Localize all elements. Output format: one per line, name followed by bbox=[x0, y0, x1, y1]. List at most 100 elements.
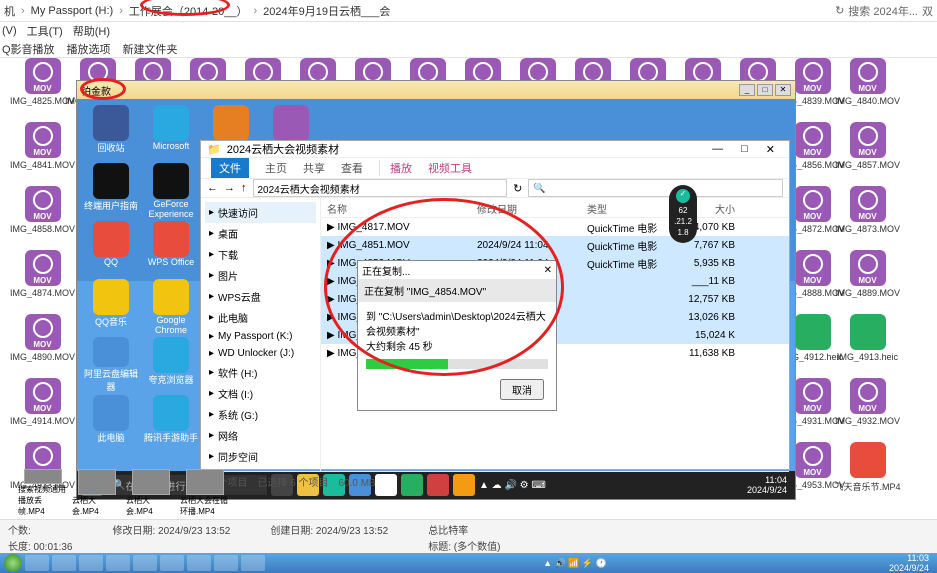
sidebar-item[interactable]: ▸ 文档 (I:) bbox=[205, 383, 316, 404]
video-thumb[interactable]: 云栖大会.MP4 bbox=[126, 469, 176, 517]
desktop-icon[interactable]: QQ bbox=[83, 221, 139, 277]
sidebar-item[interactable]: ▸ 桌面 bbox=[205, 223, 316, 244]
exp-maximize[interactable]: □ bbox=[733, 143, 756, 156]
table-row[interactable]: ▶ IMG_4817.MOVQuickTime 电影14,070 KB bbox=[321, 218, 789, 236]
sidebar-item[interactable]: ▸ 系统 (G:) bbox=[205, 404, 316, 425]
file-item[interactable]: MOVIMG_4890.MOV bbox=[16, 314, 69, 372]
pair-icon[interactable]: 双 bbox=[922, 3, 933, 19]
file-item[interactable]: MOVIMG_4858.MOV bbox=[16, 186, 69, 244]
tb-app[interactable] bbox=[106, 555, 130, 571]
cancel-button[interactable]: 取消 bbox=[500, 379, 544, 400]
outer-clock[interactable]: 11:032024/9/24 bbox=[885, 553, 933, 573]
exp-minimize[interactable]: — bbox=[704, 143, 731, 156]
menu-tools[interactable]: 工具(T) bbox=[27, 23, 63, 39]
desktop-icons: 回收站终端用户指南QQQQ音乐阿里云盘编辑器此电脑 MicrosoftGeForc… bbox=[83, 105, 213, 475]
sidebar-item[interactable]: ▸ 此电脑 bbox=[205, 307, 316, 328]
copy-close-icon[interactable]: ✕ bbox=[544, 265, 552, 276]
back-icon[interactable]: ← bbox=[207, 182, 218, 194]
ribbon-share[interactable]: 共享 bbox=[303, 160, 325, 176]
refresh-addr-icon[interactable]: ↻ bbox=[513, 182, 522, 195]
file-item[interactable]: MOVIMG_4889.MOV bbox=[841, 250, 894, 308]
bc-machine[interactable]: 机 bbox=[4, 3, 15, 19]
ribbon-file[interactable]: 文件 bbox=[211, 158, 249, 178]
forward-icon[interactable]: → bbox=[224, 182, 235, 194]
maximize-button[interactable]: □ bbox=[757, 84, 773, 96]
col-name[interactable]: 名称 bbox=[321, 198, 471, 217]
file-item[interactable]: MOVIMG_4873.MOV bbox=[841, 186, 894, 244]
sidebar-item[interactable]: ▸ 同步空间 bbox=[205, 446, 316, 467]
ribbon-tools[interactable]: 视频工具 bbox=[428, 160, 472, 176]
tb-app[interactable] bbox=[52, 555, 76, 571]
desktop-icon[interactable]: QQ音乐 bbox=[83, 279, 139, 335]
breadcrumb-bar: 机› My Passport (H:)› 工作展会（2014-20__）› 20… bbox=[0, 0, 937, 22]
exp-close[interactable]: ✕ bbox=[758, 143, 783, 156]
tb-app[interactable] bbox=[79, 555, 103, 571]
video-thumb[interactable]: 云栖大会在循环播.MP4 bbox=[180, 469, 230, 517]
sidebar-item[interactable]: ▸ WPS云盘 bbox=[205, 286, 316, 307]
ribbon-home[interactable]: 主页 bbox=[265, 160, 287, 176]
tb-app[interactable] bbox=[214, 555, 238, 571]
video-thumb[interactable]: 搜索视频通用播放丢帧.MP4 bbox=[18, 469, 68, 517]
menu-view[interactable]: (V) bbox=[2, 25, 17, 37]
bc-folder1[interactable]: 工作展会（2014-20__） bbox=[129, 3, 248, 19]
bc-drive[interactable]: My Passport (H:) bbox=[31, 5, 114, 17]
file-item[interactable]: MOVIMG_4932.MOV bbox=[841, 378, 894, 436]
sidebar-item[interactable]: ▸ My Passport (K:) bbox=[205, 328, 316, 345]
desktop-icon[interactable]: GeForce Experience bbox=[143, 163, 199, 219]
sidebar-item[interactable]: ▸ 快速访问 bbox=[205, 202, 316, 223]
perf-value1: 62 bbox=[669, 206, 697, 215]
explorer-search[interactable] bbox=[528, 179, 783, 197]
start-orb[interactable] bbox=[4, 554, 22, 572]
ribbon-play[interactable]: 播放 bbox=[379, 160, 412, 176]
performance-overlay[interactable]: ✓ 62 .21.2 1.8 bbox=[669, 185, 697, 243]
file-item[interactable]: MOVIMG_4914.MOV bbox=[16, 378, 69, 436]
folder-icon: 📁 bbox=[207, 143, 221, 156]
table-row[interactable]: ▶ IMG_4851.MOV2024/9/24 11:04QuickTime 电… bbox=[321, 236, 789, 254]
file-item[interactable]: MOVIMG_4841.MOV bbox=[16, 122, 69, 180]
desktop-icon[interactable]: Google Chrome bbox=[143, 279, 199, 335]
tb-app[interactable] bbox=[133, 555, 157, 571]
col-type[interactable]: 类型 bbox=[581, 198, 671, 217]
sidebar-item[interactable]: ▸ 下载 bbox=[205, 244, 316, 265]
file-item[interactable]: PICIMG_4913.heic bbox=[841, 314, 894, 372]
tb-app[interactable] bbox=[25, 555, 49, 571]
menu-help[interactable]: 帮助(H) bbox=[73, 23, 110, 39]
minimize-button[interactable]: _ bbox=[739, 84, 755, 96]
tb-app[interactable] bbox=[187, 555, 211, 571]
file-item[interactable]: MOVIMG_4825.MOV bbox=[16, 58, 69, 116]
up-icon[interactable]: ↑ bbox=[241, 182, 247, 194]
tb-app[interactable] bbox=[160, 555, 184, 571]
sidebar-item[interactable]: ▸ 软件 (H:) bbox=[205, 362, 316, 383]
file-item[interactable]: MOVIMG_4840.MOV bbox=[841, 58, 894, 116]
video-thumb[interactable]: 云栖大会.MP4 bbox=[72, 469, 122, 517]
sidebar-item[interactable]: ▸ 图片 bbox=[205, 265, 316, 286]
tool-playopts[interactable]: 播放选项 bbox=[67, 41, 111, 57]
refresh-icon[interactable]: ↻ bbox=[835, 4, 844, 17]
copy-dest: 到 "C:\Users\admin\Desktop\2024云栖大会视频素材" bbox=[366, 308, 548, 338]
bc-folder2[interactable]: 2024年9月19日云栖___会 bbox=[263, 3, 390, 19]
outer-tray[interactable]: ▲ 🔊 📶 ⚡ 🕐 bbox=[543, 558, 607, 569]
file-item[interactable]: MP4飞天音乐节.MP4 bbox=[841, 442, 894, 500]
search-label[interactable]: 搜索 2024年... bbox=[848, 3, 918, 19]
ribbon-view[interactable]: 查看 bbox=[341, 160, 363, 176]
desktop-icon[interactable]: Microsoft bbox=[143, 105, 199, 161]
col-date[interactable]: 修改日期 bbox=[471, 198, 581, 217]
tool-newfolder[interactable]: 新建文件夹 bbox=[123, 41, 178, 57]
file-item[interactable]: MOVIMG_4874.MOV bbox=[16, 250, 69, 308]
desktop-icon[interactable]: 回收站 bbox=[83, 105, 139, 161]
desktop-icon[interactable]: 此电脑 bbox=[83, 395, 139, 451]
sidebar-item[interactable]: ▸ 网络 bbox=[205, 425, 316, 446]
file-item[interactable]: MOVIMG_4857.MOV bbox=[841, 122, 894, 180]
copy-window-title: 正在复制... bbox=[362, 263, 410, 278]
tb-app[interactable] bbox=[241, 555, 265, 571]
tool-qmedia[interactable]: Q影音播放 bbox=[2, 41, 55, 57]
desktop-icon[interactable]: WPS Office bbox=[143, 221, 199, 277]
desktop-icon[interactable]: 终端用户指南 bbox=[83, 163, 139, 219]
desktop-icon[interactable]: 阿里云盘编辑器 bbox=[83, 337, 139, 393]
desktop-icon[interactable]: 夸克浏览器 bbox=[143, 337, 199, 393]
copy-progress bbox=[366, 359, 548, 369]
close-button[interactable]: ✕ bbox=[775, 84, 791, 96]
address-bar[interactable] bbox=[253, 179, 508, 197]
sidebar-item[interactable]: ▸ WD Unlocker (J:) bbox=[205, 345, 316, 362]
desktop-icon[interactable]: 腾讯手游助手 bbox=[143, 395, 199, 451]
